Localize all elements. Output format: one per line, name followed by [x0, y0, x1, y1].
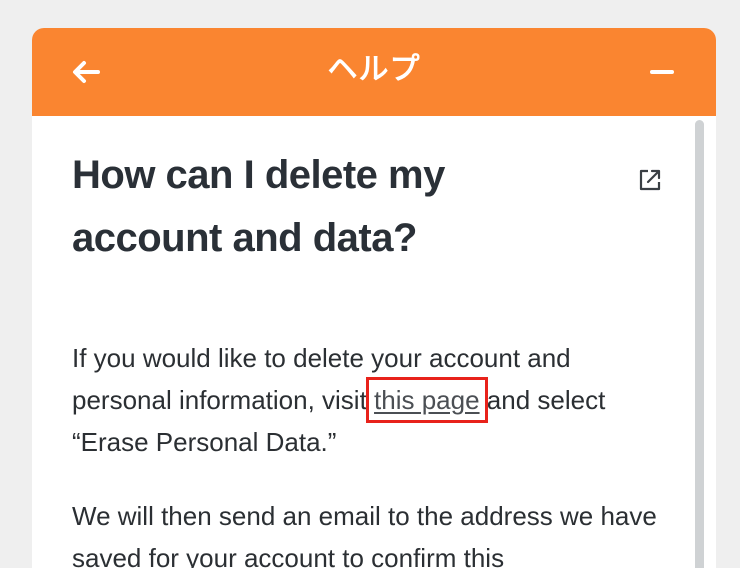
article-paragraph-1: If you would like to delete your account… — [72, 337, 672, 463]
help-panel: ヘルプ How can I delete my account and data… — [32, 28, 716, 568]
header-title: ヘルプ — [327, 52, 421, 87]
external-link-icon — [639, 169, 661, 191]
article-title: How can I delete my account and data? — [72, 153, 445, 260]
scrollbar-thumb[interactable] — [695, 120, 704, 568]
minimize-button[interactable] — [642, 54, 682, 90]
article-content: How can I delete my account and data? If… — [32, 116, 716, 568]
help-header: ヘルプ — [32, 28, 716, 116]
minus-icon — [650, 70, 674, 74]
open-external-button[interactable] — [636, 166, 664, 194]
this-page-link[interactable]: this page — [366, 377, 488, 423]
article-paragraph-2: We will then send an email to the addres… — [72, 501, 657, 568]
